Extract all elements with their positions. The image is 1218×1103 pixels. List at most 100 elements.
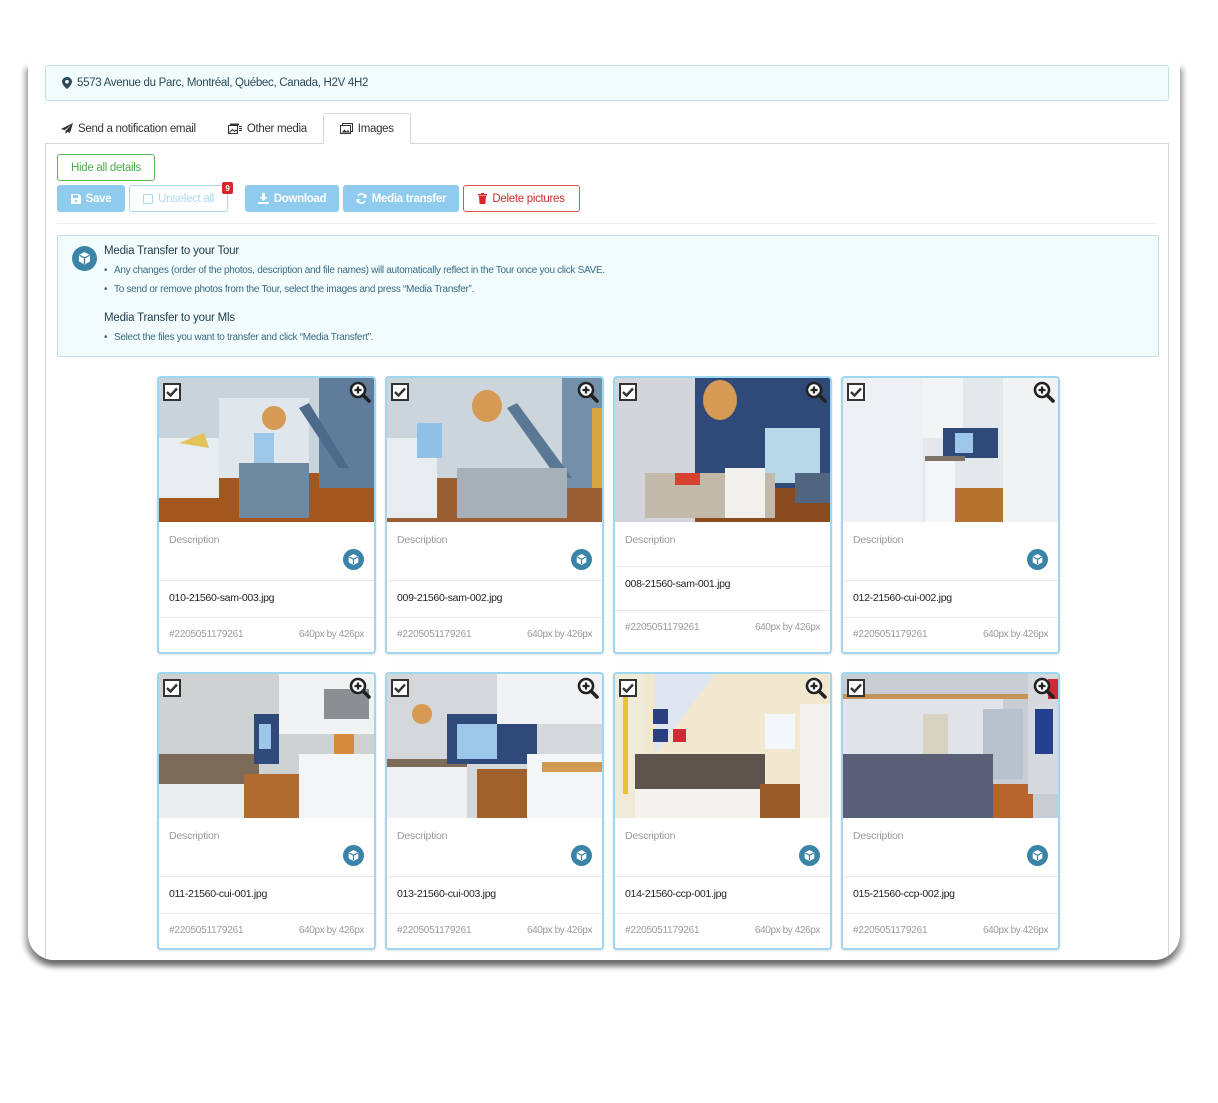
photo-thumbnail[interactable] [387, 378, 602, 522]
description-field[interactable]: Description [625, 830, 676, 842]
filename-field[interactable]: 011-21560-cui-001.jpg [169, 888, 267, 900]
photo-thumbnail[interactable] [387, 674, 602, 818]
image-card[interactable]: Description 008-21560-sam-001.jpg #22050… [613, 376, 832, 654]
zoom-in-icon[interactable] [805, 381, 827, 403]
card-divider [843, 913, 1058, 914]
image-card[interactable]: Description 013-21560-cui-003.jpg #22050… [385, 672, 604, 950]
checkbox-checked-icon[interactable] [619, 383, 637, 401]
description-field[interactable]: Description [397, 534, 448, 546]
hide-all-details-button[interactable]: Hide all details [57, 154, 155, 181]
toolbar: Save Unselect all 9 Download Media trans… [57, 182, 580, 212]
card-divider [387, 913, 602, 914]
filename-field[interactable]: 013-21560-cui-003.jpg [397, 888, 496, 900]
card-divider [615, 913, 830, 914]
photo-image [387, 674, 602, 818]
zoom-in-icon[interactable] [1033, 677, 1055, 699]
unselect-all-button[interactable]: Unselect all 9 [129, 182, 233, 212]
tour-transfer-item: Any changes (order of the photos, descri… [104, 261, 605, 280]
delete-pictures-button[interactable]: Delete pictures [463, 185, 580, 212]
photo-image [843, 674, 1058, 818]
tour-transfer-cube-icon[interactable] [799, 845, 820, 866]
zoom-in-icon[interactable] [1033, 381, 1055, 403]
zoom-in-icon[interactable] [349, 381, 371, 403]
image-dimensions: 640px by 426px [526, 925, 592, 936]
checkbox-checked-icon[interactable] [391, 383, 409, 401]
image-card[interactable]: Description 011-21560-cui-001.jpg #22050… [157, 672, 376, 950]
tab-label: Images [357, 122, 394, 135]
zoom-in-icon[interactable] [577, 381, 599, 403]
card-divider [159, 876, 374, 877]
tour-transfer-cube-icon[interactable] [343, 549, 364, 570]
card-divider [159, 580, 374, 581]
image-card[interactable]: Description 012-21560-cui-002.jpg #22050… [841, 376, 1060, 654]
media-transfer-button[interactable]: Media transfer [343, 185, 459, 212]
card-divider [159, 617, 374, 618]
photo-thumbnail[interactable] [159, 378, 374, 522]
tour-transfer-cube-icon[interactable] [571, 845, 592, 866]
zoom-in-icon[interactable] [349, 677, 371, 699]
tour-transfer-cube-icon[interactable] [571, 549, 592, 570]
image-grid: Description 010-21560-sam-003.jpg #22050… [157, 376, 1060, 950]
checkbox-checked-icon[interactable] [163, 383, 181, 401]
tour-transfer-cube-icon[interactable] [1027, 845, 1048, 866]
image-dimensions: 640px by 426px [298, 629, 364, 640]
photo-thumbnail[interactable] [615, 378, 830, 522]
checkbox-checked-icon[interactable] [847, 679, 865, 697]
description-field[interactable]: Description [625, 534, 676, 546]
description-field[interactable]: Description [169, 830, 220, 842]
image-card[interactable]: Description 010-21560-sam-003.jpg #22050… [157, 376, 376, 654]
description-field[interactable]: Description [853, 534, 904, 546]
media-icon [227, 123, 242, 134]
media-transfer-info-box: Media Transfer to your Tour Any changes … [57, 235, 1159, 357]
tab-label: Other media [246, 122, 307, 135]
tab-other-media[interactable]: Other media [212, 113, 323, 144]
image-dimensions: 640px by 426px [754, 622, 820, 633]
description-field[interactable]: Description [169, 534, 220, 546]
image-id: #2205051179261 [853, 629, 928, 640]
delete-label: Delete pictures [492, 192, 565, 205]
download-button[interactable]: Download [245, 185, 339, 212]
filename-field[interactable]: 012-21560-cui-002.jpg [853, 592, 952, 604]
photo-thumbnail[interactable] [843, 674, 1058, 818]
page-frame: 5573 Avenue du Parc, Montréal, Québec, C… [28, 62, 1180, 960]
address-bar: 5573 Avenue du Parc, Montréal, Québec, C… [45, 65, 1169, 101]
filename-field[interactable]: 008-21560-sam-001.jpg [625, 578, 731, 590]
photo-thumbnail[interactable] [615, 674, 830, 818]
image-card[interactable]: Description 014-21560-ccp-001.jpg #22050… [613, 672, 832, 950]
zoom-in-icon[interactable] [805, 677, 827, 699]
refresh-icon [356, 193, 367, 204]
media-transfer-label: Media transfer [371, 192, 447, 205]
description-field[interactable]: Description [853, 830, 904, 842]
toolbar-divider [57, 223, 1157, 224]
description-field[interactable]: Description [397, 830, 448, 842]
paper-plane-icon [61, 123, 73, 134]
tour-transfer-cube-icon[interactable] [343, 845, 364, 866]
card-divider [387, 876, 602, 877]
tab-send-notification[interactable]: Send a notification email [45, 113, 212, 144]
address-text: 5573 Avenue du Parc, Montréal, Québec, C… [77, 77, 369, 89]
photo-thumbnail[interactable] [843, 378, 1058, 522]
card-divider [387, 617, 602, 618]
image-card[interactable]: Description 009-21560-sam-002.jpg #22050… [385, 376, 604, 654]
tab-bar: Send a notification email Other media Im… [45, 113, 411, 144]
filename-field[interactable]: 010-21560-sam-003.jpg [169, 592, 275, 604]
photo-thumbnail[interactable] [159, 674, 374, 818]
tour-transfer-cube-icon[interactable] [1027, 549, 1048, 570]
tab-images[interactable]: Images [322, 113, 411, 144]
filename-field[interactable]: 009-21560-sam-002.jpg [397, 592, 503, 604]
zoom-in-icon[interactable] [577, 677, 599, 699]
checkbox-checked-icon[interactable] [847, 383, 865, 401]
mls-transfer-section: Media Transfer to your Mls Select the fi… [104, 312, 374, 347]
save-button[interactable]: Save [57, 185, 125, 212]
checkbox-checked-icon[interactable] [391, 679, 409, 697]
card-divider [387, 580, 602, 581]
filename-field[interactable]: 014-21560-ccp-001.jpg [625, 888, 727, 900]
photo-image [615, 378, 830, 522]
images-icon [339, 123, 353, 134]
image-card[interactable]: Description 015-21560-ccp-002.jpg #22050… [841, 672, 1060, 950]
image-dimensions: 640px by 426px [754, 925, 820, 936]
trash-icon [478, 193, 488, 204]
checkbox-checked-icon[interactable] [163, 679, 181, 697]
filename-field[interactable]: 015-21560-ccp-002.jpg [853, 888, 955, 900]
checkbox-checked-icon[interactable] [619, 679, 637, 697]
